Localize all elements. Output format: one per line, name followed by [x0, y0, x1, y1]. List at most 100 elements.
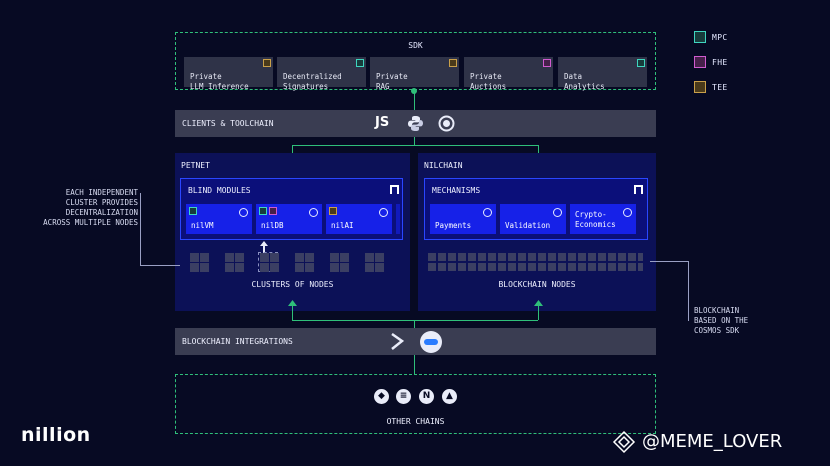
- nillion-logo: nillion: [21, 424, 91, 446]
- sdk-card-label: Private LLM Inference: [190, 72, 249, 91]
- mechanism-payments: Payments: [430, 204, 496, 234]
- rust-icon: [438, 115, 455, 132]
- node-icon: [330, 263, 339, 272]
- watermark: @MEME_LOVER: [612, 428, 827, 456]
- fhe-swatch-icon: [694, 56, 706, 68]
- module-label: nilVM: [191, 221, 214, 230]
- arbitrum-icon: ▲: [442, 389, 457, 404]
- legend-label: TEE: [712, 83, 728, 92]
- tee-swatch-icon: [694, 81, 706, 93]
- nilchain-title: NILCHAIN: [424, 161, 463, 170]
- module-icon: [309, 208, 318, 217]
- ethereum-icon: ◆: [374, 389, 389, 404]
- watermark-text: @MEME_LOVER: [642, 431, 783, 452]
- mechanisms-box: MECHANISMS Payments Validation Crypto- E…: [424, 178, 648, 240]
- connector-line: [414, 320, 415, 328]
- node-icon: [235, 263, 244, 272]
- annotation-line: [650, 261, 688, 262]
- sdk-card-label: Data Analytics: [564, 72, 605, 91]
- node-icon: [200, 263, 209, 272]
- mechanism-label: Payments: [435, 221, 472, 230]
- nillion-mark-icon: [634, 185, 643, 194]
- module-label: nilAI: [331, 221, 354, 230]
- tee-tag-icon: [263, 59, 271, 67]
- connector-line: [414, 137, 415, 145]
- node-icon: [190, 253, 199, 262]
- node-icon: [225, 253, 234, 262]
- blockchain-nodes-grid: [428, 253, 648, 273]
- sdk-box: SDK Private LLM Inference Decentralized …: [175, 32, 656, 91]
- blockchain-nodes-label: BLOCKCHAIN NODES: [498, 280, 576, 289]
- cosmos-ibc-icon: [420, 331, 442, 353]
- sdk-card-label: Private Auctions: [470, 72, 507, 91]
- node-icon: [190, 263, 199, 272]
- fhe-tag-icon: [543, 59, 551, 67]
- mpc-tag-icon: [356, 59, 364, 67]
- connector-dot: [411, 88, 417, 94]
- solana-icon: ≡: [396, 389, 411, 404]
- node-icon: [235, 253, 244, 262]
- module-nildb: nilDB: [256, 204, 322, 234]
- mpc-tag-icon: [189, 207, 197, 215]
- module-icon: [239, 208, 248, 217]
- mechanism-label: Validation: [505, 221, 551, 230]
- other-chains-label: OTHER CHAINS: [386, 417, 445, 426]
- node-icon: [295, 263, 304, 272]
- legend-label: FHE: [712, 58, 728, 67]
- node-icon: [365, 263, 374, 272]
- crypto-economics-icon: [623, 208, 632, 217]
- node-icon: [340, 253, 349, 262]
- mechanism-label: Crypto- Economics: [575, 210, 616, 229]
- node-icon: [340, 263, 349, 272]
- node-icon: [260, 253, 269, 262]
- bridge-icon: [391, 333, 404, 350]
- js-icon: JS: [375, 115, 390, 130]
- connector-line: [414, 355, 415, 375]
- fhe-tag-icon: [269, 207, 277, 215]
- legend: MPC FHE TEE: [694, 31, 754, 93]
- mechanism-crypto-economics: Crypto- Economics: [570, 204, 636, 234]
- clients-toolchain-bar: CLIENTS & TOOLCHAIN JS: [175, 110, 656, 137]
- connector-line: [292, 320, 538, 321]
- mechanisms-title: MECHANISMS: [432, 186, 481, 195]
- sdk-card-label: Private RAG: [376, 72, 408, 91]
- node-icon: [305, 263, 314, 272]
- node-icon: [375, 253, 384, 262]
- tee-tag-icon: [449, 59, 457, 67]
- cosmos-annotation: BLOCKCHAIN BASED ON THE COSMOS SDK: [694, 306, 749, 335]
- sdk-card-signatures: Decentralized Signatures: [277, 57, 366, 91]
- mpc-tag-icon: [259, 207, 267, 215]
- arrow-up-icon: [288, 300, 297, 306]
- module-label: nilDB: [261, 221, 284, 230]
- sdk-card-llm-inference: Private LLM Inference: [184, 57, 273, 91]
- arrow-up-icon: [534, 300, 543, 306]
- node-icon: [225, 263, 234, 272]
- clients-toolchain-label: CLIENTS & TOOLCHAIN: [182, 119, 274, 128]
- sdk-title: SDK: [408, 41, 423, 50]
- annotation-line: [140, 265, 180, 266]
- sdk-card-auctions: Private Auctions: [464, 57, 553, 91]
- blind-modules-box: BLIND MODULES nilVM nilDB nilAI: [180, 178, 403, 240]
- clusters-label: CLUSTERS OF NODES: [251, 280, 334, 289]
- nillion-mark-icon: [390, 185, 399, 194]
- node-icon: [375, 263, 384, 272]
- module-scroll-edge: [396, 204, 400, 234]
- sdk-card-rag: Private RAG: [370, 57, 459, 91]
- blockchain-integrations-label: BLOCKCHAIN INTEGRATIONS: [182, 337, 293, 346]
- node-icon: [305, 253, 314, 262]
- other-chains-box: ◆ ≡ N ▲ OTHER CHAINS: [175, 374, 656, 434]
- node-icon: [330, 253, 339, 262]
- blockchain-integrations-bar: BLOCKCHAIN INTEGRATIONS: [175, 328, 656, 355]
- node-icon: [200, 253, 209, 262]
- node-row: [428, 263, 643, 271]
- annotation-line: [140, 193, 141, 265]
- module-nilai: nilAI: [326, 204, 392, 234]
- sdk-card-label: Decentralized Signatures: [283, 72, 342, 91]
- legend-label: MPC: [712, 33, 728, 42]
- python-icon: [408, 116, 423, 131]
- petnet-panel: PETNET BLIND MODULES nilVM nilDB nilAI C…: [175, 153, 410, 311]
- annotation-line: [688, 261, 689, 321]
- cluster-nodes-grid: [190, 252, 400, 273]
- cluster-annotation: EACH INDEPENDENT CLUSTER PROVIDES DECENT…: [43, 188, 138, 227]
- sdk-card-analytics: Data Analytics: [558, 57, 647, 91]
